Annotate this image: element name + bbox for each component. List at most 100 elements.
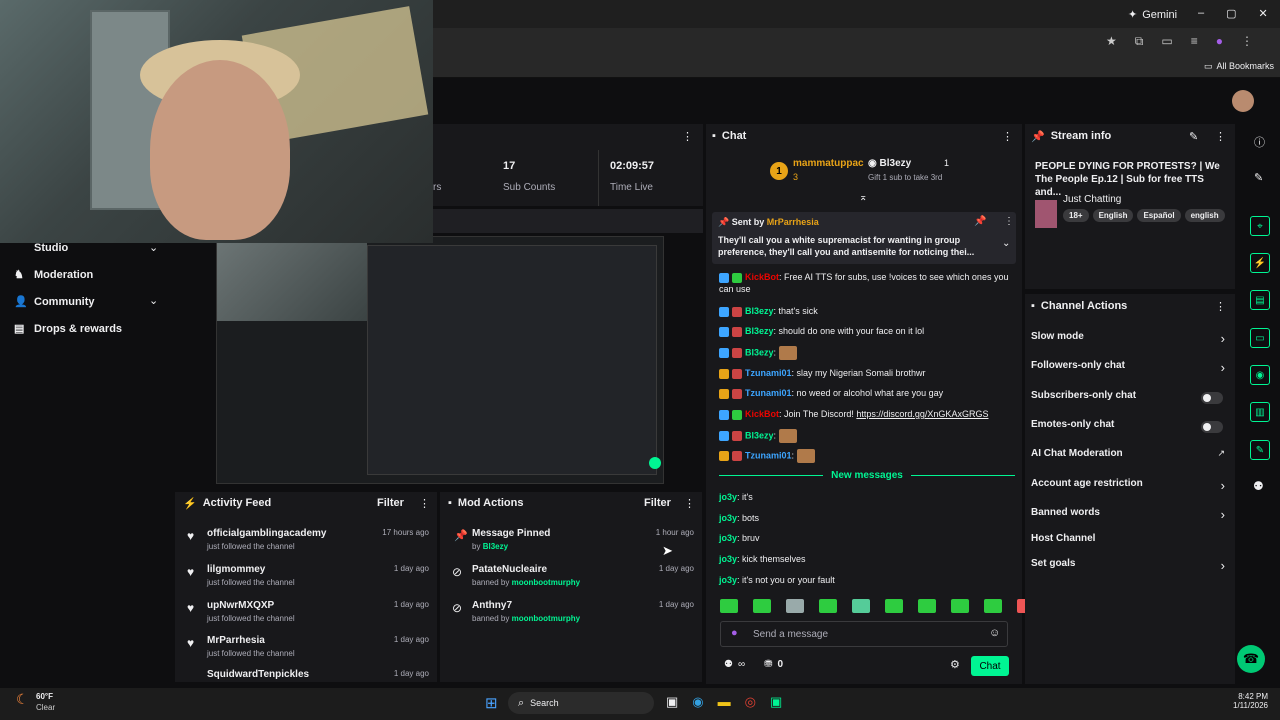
emote-icon[interactable] [720,599,738,613]
kebab-icon[interactable]: ⋮ [419,497,430,510]
file-explorer-icon[interactable]: ▬ [718,694,731,710]
emotes-only-toggle[interactable] [1201,421,1223,433]
focus-icon[interactable]: ⌖ [1250,216,1270,236]
settings-icon[interactable]: ⚙ [950,658,960,671]
gemini-button[interactable]: ✦ Gemini [1128,8,1177,22]
banned-words-row[interactable]: Banned words › [1025,507,1235,525]
kebab-icon[interactable]: ⋮ [684,497,695,510]
chat-message[interactable]: Bl3ezy: [719,429,1015,443]
list-item[interactable]: ♥ lilgmommey just followed the channel 1… [175,562,437,597]
pinned-message[interactable]: 📌 Sent by MrParrhesia They'll call you a… [712,212,1016,264]
list-item[interactable]: ♥ upNwrMXQXP just followed the channel 1… [175,598,437,633]
menu-icon[interactable]: ≡ [1191,34,1198,49]
chat-message[interactable]: Tzunami01: no weed or alcohol what are y… [719,387,1015,399]
list-item[interactable]: ♥ officialgamblingacademy just followed … [175,526,437,561]
windows-icon[interactable]: ⊞ [485,694,498,712]
filter-button[interactable]: Filter [644,497,671,509]
unpin-icon[interactable]: 📌 [974,216,986,227]
emote-icon[interactable] [819,599,837,613]
category-name[interactable]: Just Chatting [1063,194,1121,205]
emote-icon[interactable] [918,599,936,613]
chat-username[interactable]: Bl3ezy [745,347,774,357]
maximize-icon[interactable]: ▢ [1226,7,1236,20]
support-icon[interactable]: ☎ [1237,645,1265,673]
slow-mode-row[interactable]: Slow mode › [1025,331,1235,349]
emote-icon[interactable] [753,599,771,613]
bolt-icon[interactable]: ⚡ [1250,253,1270,273]
subscribers-only-row[interactable]: Subscribers-only chat [1025,390,1235,408]
chat-message[interactable]: jo3y: bots [719,512,1015,524]
kick-icon[interactable]: ▣ [770,694,782,710]
chat-username[interactable]: jo3y [719,492,737,502]
document-icon[interactable]: ▤ [1250,290,1270,310]
chat-message[interactable]: Bl3ezy: that's sick [719,305,1015,317]
info-icon[interactable]: ⓘ [1254,134,1265,150]
microphone-icon[interactable]: ● [731,627,738,639]
sidebar-item-studio[interactable]: Studio [14,242,68,254]
leaderboard-first-name[interactable]: mammatuppac [793,158,864,169]
list-item[interactable]: SquidwardTenpickles 1 day ago [175,668,437,682]
emote-icon[interactable] [984,599,1002,613]
chevron-down-icon[interactable]: ⌄ [149,294,158,307]
chat-username[interactable]: jo3y [719,533,737,543]
kebab-icon[interactable]: ⋮ [1241,34,1253,49]
filter-button[interactable]: Filter [377,497,404,509]
profile-icon[interactable]: ● [1216,34,1223,49]
chat-icon[interactable]: ▭ [1250,328,1270,348]
kebab-icon[interactable]: ⋮ [1002,130,1013,143]
kebab-icon[interactable]: ⋮ [1215,130,1226,143]
emote-icon[interactable] [786,599,804,613]
chat-username[interactable]: jo3y [719,575,737,585]
chat-message[interactable]: jo3y: it's not you or your fault [719,574,1015,586]
chevron-down-icon[interactable]: ⌄ [1002,238,1010,249]
sidebar-item-community[interactable]: 👤 Community [14,295,95,309]
avatar[interactable] [1232,90,1254,112]
list-item[interactable]: ♥ MrParrhesia just followed the channel … [175,633,437,668]
close-icon[interactable]: ✕ [1259,7,1268,20]
gift-icon[interactable]: ⛃ [764,659,772,670]
set-goals-row[interactable]: Set goals › [1025,558,1235,576]
kebab-icon[interactable]: ⋮ [1004,216,1014,227]
sidebar-item-moderation[interactable]: ♞ Moderation [14,268,93,282]
chat-username[interactable]: KickBot [745,272,779,282]
users-icon[interactable]: ⚉ [1253,479,1264,493]
edge-icon[interactable]: ◉ [692,694,703,710]
chat-message[interactable]: KickBot: Free AI TTS for subs, use !voic… [719,271,1015,295]
cast-icon[interactable]: ▭ [1161,34,1172,49]
chat-username[interactable]: KickBot [745,409,779,419]
list-item[interactable]: ⊘ PatateNucleaire banned by moonbootmurp… [440,562,702,597]
chat-link[interactable]: https://discord.gg/XnGKAxGRGS [856,409,988,419]
ai-moderation-row[interactable]: AI Chat Moderation ↗ [1025,448,1235,466]
chat-username[interactable]: Bl3ezy [745,326,774,336]
account-age-row[interactable]: Account age restriction › [1025,478,1235,496]
chat-message[interactable]: jo3y: bruv [719,532,1015,544]
emotes-only-row[interactable]: Emotes-only chat [1025,419,1235,437]
all-bookmarks[interactable]: ▭ All Bookmarks [1204,61,1274,72]
chat-message[interactable]: jo3y: it's [719,491,1015,503]
chat-username[interactable]: jo3y [719,554,737,564]
chat-input[interactable]: ● Send a message ☺ [720,621,1008,647]
users-icon[interactable]: ⚉ [724,659,733,670]
minimize-icon[interactable]: – [1198,7,1204,20]
chat-username[interactable]: Bl3ezy [745,430,774,440]
chat-username[interactable]: Tzunami01 [745,388,792,398]
chrome-icon[interactable]: ◎ [745,694,756,710]
chat-message[interactable]: Bl3ezy: [719,346,1015,360]
chat-username[interactable]: Tzunami01 [745,368,792,378]
emote-icon[interactable] [852,599,870,613]
chat-username[interactable]: Tzunami01 [745,450,792,460]
chat-message[interactable]: Bl3ezy: should do one with your face on … [719,325,1015,337]
followers-only-row[interactable]: Followers-only chat › [1025,360,1235,378]
kebab-icon[interactable]: ⋮ [1215,300,1226,313]
stats-kebab-icon[interactable]: ⋮ [682,130,693,143]
chat-message[interactable]: Tzunami01: [719,449,1015,463]
layout-icon[interactable]: ▥ [1250,402,1270,422]
chat-message[interactable]: Tzunami01: slay my Nigerian Somali broth… [719,367,1015,379]
extensions-icon[interactable]: ⧉ [1135,34,1144,49]
chat-message[interactable]: jo3y: kick themselves [719,553,1015,565]
edit-icon[interactable]: ✎ [1189,130,1198,143]
chat-username[interactable]: jo3y [719,513,737,523]
expand-icon[interactable]: ⌅ [859,192,867,203]
pencil-icon[interactable]: ✎ [1254,171,1263,184]
list-item[interactable]: ⊘ Anthny7 banned by moonbootmurphy 1 day… [440,598,702,633]
